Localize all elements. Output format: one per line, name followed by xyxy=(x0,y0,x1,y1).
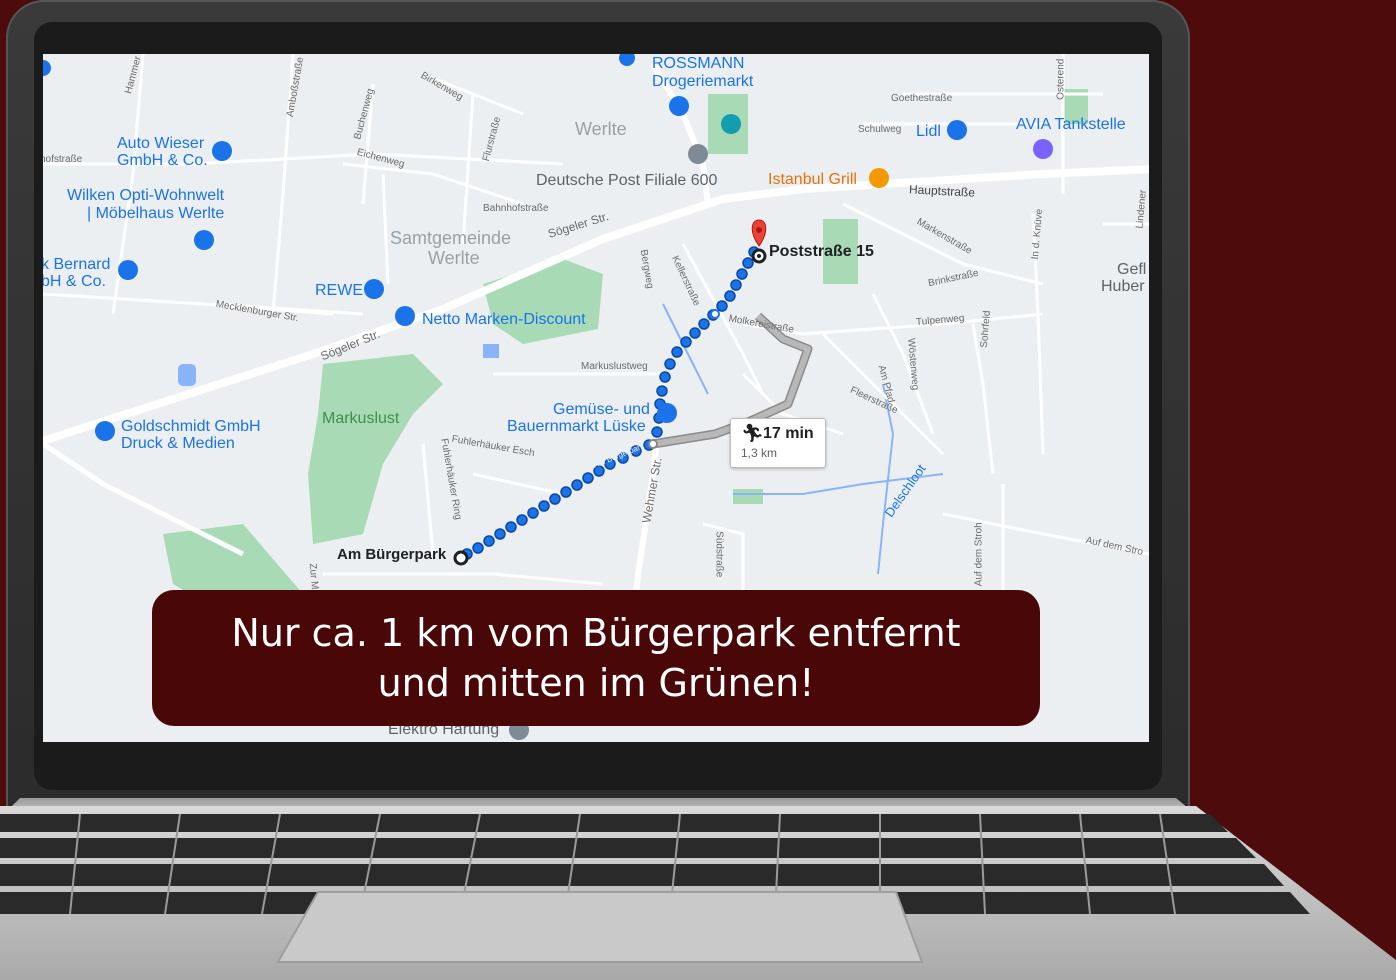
route-start-label[interactable]: Am Bürgerpark xyxy=(337,547,446,563)
pond xyxy=(178,364,196,386)
poi-label-deutsche-post[interactable]: Deutsche Post Filiale 600 xyxy=(536,172,717,190)
route-end-label[interactable]: Poststraße 15 xyxy=(769,243,874,261)
poi-sublabel-rossmann: Drogeriemarkt xyxy=(652,73,754,90)
poi-label-auto-wieser[interactable]: Auto Wieser xyxy=(117,135,204,153)
poi-sublabel-wilken: | Möbelhaus Werlte xyxy=(87,205,225,222)
poi-sublabel-gemuese: Bauernmarkt Lüske xyxy=(507,418,646,435)
shopping-bag-icon xyxy=(194,230,214,250)
street-label-markuslustweg: Markuslustweg xyxy=(581,361,648,372)
shopping-bag-icon xyxy=(669,96,689,116)
restaurant-icon xyxy=(869,168,889,188)
poi-label-gefl[interactable]: Gefl xyxy=(1117,261,1146,279)
walking-person-icon: 🏃︎ xyxy=(741,423,764,443)
poi-label-rewe[interactable]: REWE xyxy=(315,282,363,300)
street-label-schulweg: Schulweg xyxy=(858,124,902,135)
poi-label-istanbul-grill[interactable]: Istanbul Grill xyxy=(768,171,857,189)
street-label-bahnhofstrasse: Bahnhofstraße xyxy=(483,203,549,214)
route-time-box[interactable]: 🏃︎ 17 min 1,3 km xyxy=(730,418,826,468)
route-duration: 17 min xyxy=(763,425,814,442)
fuel-icon xyxy=(1033,139,1053,159)
shopping-cart-icon xyxy=(364,279,384,299)
town-label-werlte: Werlte xyxy=(575,119,627,139)
start-marker xyxy=(453,550,469,566)
shopping-bag-icon xyxy=(212,141,232,161)
poi-sublabel-auto-wieser: GmbH & Co. xyxy=(117,152,208,169)
street-label-suedstrasse: Südstraße xyxy=(713,531,725,578)
street-label-goethestrasse: Goethestraße xyxy=(891,93,953,104)
poi-label-lidl[interactable]: Lidl xyxy=(916,123,941,141)
poi-sublabel-gefl: Huber xyxy=(1101,278,1145,295)
laptop-keyboard-deck xyxy=(0,806,1396,980)
trackpad xyxy=(276,891,924,963)
route-distance: 1,3 km xyxy=(741,446,778,460)
shopping-bag-icon xyxy=(95,421,115,441)
street-label-osterend: Osterend xyxy=(1055,58,1067,100)
poi-label-goldschmidt[interactable]: Goldschmidt GmbH xyxy=(121,418,261,436)
poi-label-wilken[interactable]: Wilken Opti-Wohnwelt xyxy=(67,187,224,205)
waypoint-marker xyxy=(648,439,658,449)
shopping-bag-icon xyxy=(118,260,138,280)
shopping-cart-icon xyxy=(395,306,415,326)
waypoint-marker xyxy=(710,309,720,319)
poi-label-avia[interactable]: AVIA Tankstelle xyxy=(1016,116,1126,134)
shopping-cart-icon xyxy=(657,403,677,423)
poi-label-rossmann[interactable]: ROSSMANN xyxy=(652,55,744,73)
caption-banner: Nur ca. 1 km vom Bürgerpark entfernt und… xyxy=(152,590,1040,726)
mail-icon xyxy=(688,144,708,164)
caption-line-1: Nur ca. 1 km vom Bürgerpark entfernt xyxy=(231,610,961,655)
poi-sublabel-goldschmidt: Druck & Medien xyxy=(121,435,235,452)
poi-label-netto[interactable]: Netto Marken-Discount xyxy=(422,311,586,329)
town-sublabel-werlte: Werlte xyxy=(428,248,480,268)
shopping-cart-icon xyxy=(947,120,967,140)
poi-label-bernard[interactable]: k Bernard xyxy=(43,256,110,274)
street-label-auf-dem-stroh-2: Auf dem Stroh xyxy=(973,522,985,587)
museum-icon xyxy=(721,114,741,134)
park-area xyxy=(733,489,763,504)
caption-line-2: und mitten im Grünen! xyxy=(377,661,815,705)
street-label-hofstrasse: hofstraße xyxy=(43,154,83,165)
poi-sublabel-bernard: bH & Co. xyxy=(43,273,106,290)
pond xyxy=(483,344,499,358)
town-label-samtgemeinde: Samtgemeinde xyxy=(390,228,512,248)
poi-label-markuslust[interactable]: Markuslust xyxy=(322,410,399,428)
poi-label-gemuese[interactable]: Gemüse- und xyxy=(553,401,650,419)
